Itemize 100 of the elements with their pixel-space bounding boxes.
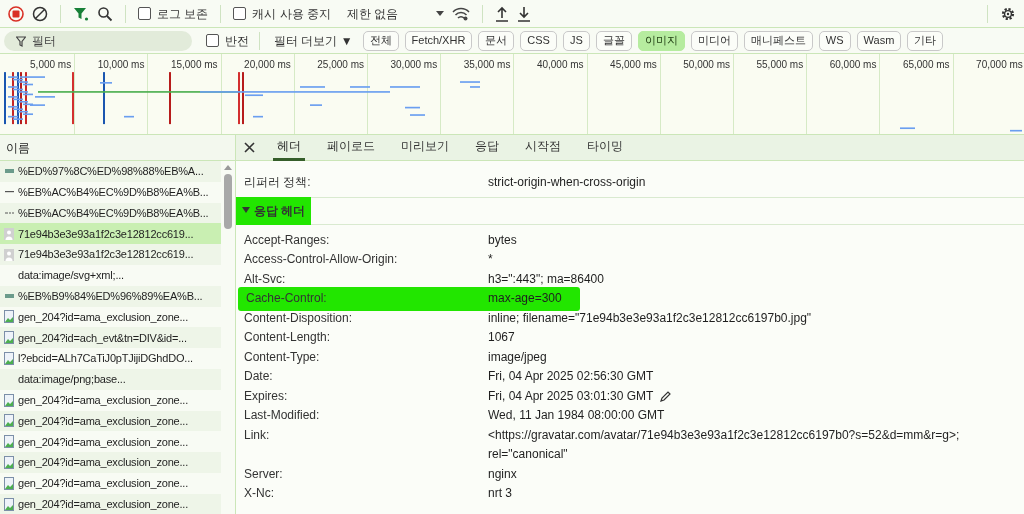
header-name: Alt-Svc: [244, 270, 287, 288]
resource-type-chip[interactable]: Fetch/XHR [404, 30, 473, 51]
request-name: gen_204?id=ama_exclusion_zone... [18, 309, 189, 325]
resource-type-chip[interactable]: CSS [520, 30, 557, 51]
throttling-dropdown[interactable]: 제한 없음 [347, 4, 445, 23]
resource-type-chip[interactable]: 이미지 [637, 30, 685, 51]
resource-type-chip[interactable]: JS [562, 30, 590, 51]
disable-cache-checkbox[interactable] [233, 7, 247, 20]
request-row[interactable]: gen_204?id=ama_exclusion_zone... [0, 493, 221, 514]
timeline-tick-label: 35,000 ms [463, 58, 511, 72]
header-value: image/jpeg [488, 348, 547, 366]
details-tab[interactable]: 응답 [471, 134, 503, 161]
pencil-icon[interactable] [659, 390, 672, 403]
disable-cache-label: 캐시 사용 중지 [252, 5, 331, 23]
header-value: h3=":443"; ma=86400 [488, 270, 604, 288]
header-name: 리퍼러 정책: [244, 174, 312, 191]
request-row[interactable]: 71e94b3e3e93a1f2c3e12812cc619... [0, 223, 221, 245]
request-row[interactable]: %EB%AC%B4%EC%9D%B8%EA%B... [0, 202, 221, 224]
search-icon[interactable] [97, 5, 113, 22]
download-icon[interactable] [517, 5, 532, 22]
response-headers-section[interactable]: 응답 헤더 [236, 196, 312, 225]
invert-checkbox[interactable] [206, 34, 219, 47]
header-name: Access-Control-Allow-Origin: [244, 251, 399, 268]
details-tab[interactable]: 시작점 [521, 134, 565, 161]
resource-type-chip[interactable]: 미디어 [690, 30, 738, 51]
request-row[interactable]: 71e94b3e3e93a1f2c3e12812cc619... [0, 244, 221, 265]
header-value: strict-origin-when-cross-origin [488, 174, 646, 191]
filter-icon [16, 35, 26, 47]
image-file-icon [4, 331, 14, 345]
header-value: nrt 3 [488, 485, 512, 502]
resource-type-chip[interactable]: Wasm [856, 30, 902, 51]
header-value: <https://gravatar.com/avatar/71e94b3e3e93a1f2c3e12812cc6197b0?s=52&d=mm&r=g>; rel="canonical" [488, 426, 961, 463]
timeline-tick-label: 40,000 ms [536, 58, 584, 72]
timeline-tick-label: 60,000 ms [829, 58, 877, 72]
invert-label: 반전 [225, 32, 249, 50]
timeline-tick-label: 55,000 ms [756, 58, 804, 72]
timeline-tick-label: 15,000 ms [170, 58, 218, 72]
request-row[interactable]: %EB%B9%84%ED%96%89%EA%B... [0, 285, 221, 307]
record-stop-icon[interactable] [8, 5, 24, 22]
header-name: Last-Modified: [244, 407, 321, 424]
details-tab[interactable]: 페이로드 [323, 134, 379, 161]
scrollbar-thumb[interactable] [224, 174, 232, 229]
resource-type-chip[interactable]: WS [818, 30, 851, 51]
clear-icon[interactable] [32, 5, 48, 22]
header-value: Fri, 04 Apr 2025 02:56:30 GMT [488, 368, 654, 385]
preserve-log-label: 로그 보존 [157, 5, 209, 23]
image-file-icon [4, 476, 14, 490]
timeline-tick-label: 5,000 ms [30, 58, 72, 72]
scroll-up-icon[interactable] [224, 165, 232, 170]
thumbnail-icon [4, 169, 14, 174]
request-name: data:image/png;base... [18, 372, 126, 388]
caret-icon [436, 11, 445, 16]
image-file-icon [4, 310, 14, 324]
image-file-icon [4, 497, 14, 511]
header-name: Cache-Control: [246, 290, 328, 307]
more-filters-button[interactable]: 필터 더보기 ▼ [270, 31, 357, 50]
details-tab[interactable]: 미리보기 [397, 134, 453, 161]
request-name: %EB%AC%B4%EC%9D%B8%EA%B... [18, 184, 209, 200]
resource-type-chip[interactable]: 문서 [478, 30, 515, 51]
name-column-header[interactable]: 이름 [0, 135, 235, 161]
header-name: Server: [244, 465, 284, 483]
request-name: 71e94b3e3e93a1f2c3e12812cc619... [18, 247, 194, 263]
header-value: * [488, 251, 493, 268]
resource-type-chip[interactable]: 전체 [362, 30, 399, 51]
image-file-icon [4, 414, 14, 428]
request-name: gen_204?id=ama_exclusion_zone... [18, 434, 189, 450]
request-row[interactable]: gen_204?id=ama_exclusion_zone... [0, 452, 221, 473]
resource-type-chip[interactable]: 글꼴 [595, 30, 632, 51]
filter-icon[interactable] [73, 5, 89, 22]
timeline-tick-label: 65,000 ms [902, 58, 950, 72]
request-row[interactable]: data:image/png;base... [0, 368, 221, 390]
request-name: l?ebcid=ALh7CaTiJ0pTJijiDGhdDO... [18, 351, 193, 367]
header-value: 1067 [488, 329, 515, 346]
header-name: Content-Length: [244, 329, 332, 346]
preserve-log-checkbox[interactable] [138, 7, 151, 20]
details-tab[interactable]: 헤더 [273, 134, 305, 161]
header-value: bytes [488, 231, 517, 249]
image-file-icon [4, 456, 14, 470]
resource-type-chip[interactable]: 매니페스트 [743, 30, 813, 51]
resource-type-chip[interactable]: 기타 [907, 30, 944, 51]
request-name: gen_204?id=ach_evt&tn=DIV&id=... [18, 330, 187, 346]
timeline-tick-label: 10,000 ms [97, 58, 145, 72]
header-name: Expires: [244, 387, 289, 405]
settings-icon[interactable] [1000, 5, 1016, 22]
header-value: nginx [488, 465, 517, 483]
header-name: X-Nc: [244, 485, 275, 502]
image-file-icon [4, 435, 14, 449]
filter-input[interactable]: 필터 [4, 30, 192, 51]
thumbnail-icon [4, 294, 14, 299]
image-file-icon [4, 352, 14, 366]
request-name: %EB%B9%84%ED%96%89%EA%B... [18, 288, 203, 304]
upload-icon[interactable] [495, 5, 510, 22]
request-row[interactable]: %ED%97%8C%ED%98%88%EB%A... [0, 161, 221, 182]
network-conditions-icon[interactable] [452, 6, 471, 21]
details-tab[interactable]: 타이밍 [583, 134, 627, 161]
close-icon[interactable] [244, 142, 255, 153]
header-name: Content-Type: [244, 348, 321, 366]
header-name: Content-Disposition: [244, 309, 354, 327]
request-row[interactable]: gen_204?id=ach_evt&tn=DIV&id=... [0, 327, 221, 349]
request-row[interactable]: gen_204?id=ama_exclusion_zone... [0, 410, 221, 432]
